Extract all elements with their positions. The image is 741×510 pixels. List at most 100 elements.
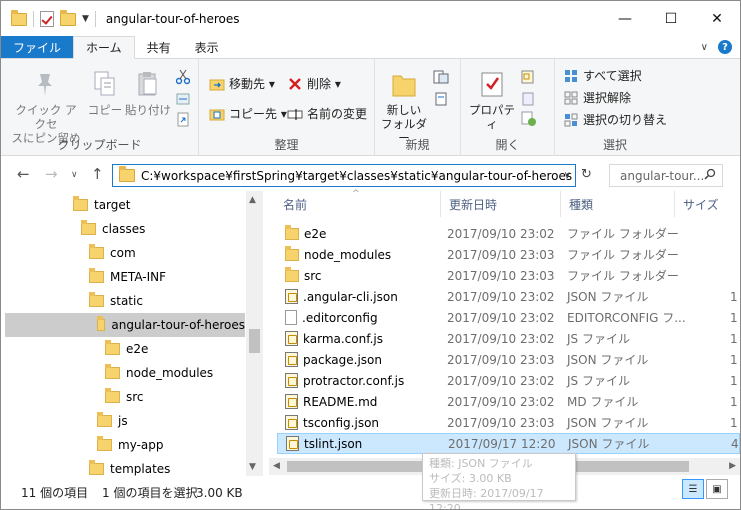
tree-item[interactable]: node_modules	[105, 361, 213, 385]
file-name-text: e2e	[304, 226, 327, 241]
scroll-right-icon[interactable]: ▶	[729, 461, 736, 471]
invert-selection-button[interactable]: 選択の切り替え	[563, 111, 667, 128]
properties-button[interactable]: プロパティ	[467, 69, 517, 131]
file-name: .angular-cli.json	[285, 289, 398, 304]
column-type[interactable]: 種類	[561, 191, 675, 217]
help-icon[interactable]: ?	[718, 40, 732, 54]
delete-button[interactable]: 削除 ▾	[287, 75, 341, 92]
file-type: JSON ファイル	[567, 416, 649, 430]
file-name-text: .angular-cli.json	[303, 289, 398, 304]
scroll-left-icon[interactable]: ◀	[273, 461, 280, 471]
tree-item-label: js	[118, 414, 128, 428]
file-row[interactable]: e2e 2017/09/10 23:02 ファイル フォルダー	[277, 223, 740, 244]
file-size: 1	[730, 415, 738, 430]
open-icon[interactable]	[521, 69, 537, 85]
paste-shortcut-icon[interactable]	[175, 111, 191, 127]
rename-button[interactable]: 名前の変更	[287, 105, 367, 122]
close-button[interactable]: ✕	[694, 1, 740, 37]
tab-share[interactable]: 共有	[135, 36, 183, 58]
file-type: JSON ファイル	[567, 290, 649, 304]
column-date[interactable]: 更新日時	[441, 191, 561, 217]
move-to-button[interactable]: 移動先 ▾	[209, 75, 275, 92]
large-icons-view-icon[interactable]: ▣	[706, 479, 728, 499]
file-name-text: protractor.conf.js	[303, 373, 405, 388]
file-type: JSON ファイル	[568, 437, 650, 451]
divider	[33, 11, 34, 27]
tab-home[interactable]: ホーム	[73, 36, 135, 59]
folder-icon	[105, 388, 120, 403]
copy-to-button[interactable]: コピー先 ▾	[209, 105, 287, 122]
tree-item-selected[interactable]: angular-tour-of-heroes	[5, 313, 245, 337]
address-dropdown-icon[interactable]: ∨	[564, 170, 571, 181]
file-row[interactable]: karma.conf.js 2017/09/10 23:02 JS ファイル 1	[277, 328, 740, 349]
search-input[interactable]: angular-tour...	[609, 164, 723, 187]
file-date: 2017/09/10 23:02	[447, 289, 555, 304]
file-name-text: karma.conf.js	[303, 331, 383, 346]
file-row[interactable]: protractor.conf.js 2017/09/10 23:02 JS ファイ…	[277, 370, 740, 391]
file-row[interactable]: .editorconfig 2017/09/10 23:02 EDITORCONFI…	[277, 307, 740, 328]
file-size: 1	[730, 373, 738, 388]
column-size[interactable]: サイズ	[675, 191, 740, 217]
column-header: 名前 更新日時 種類 サイズ	[269, 191, 740, 217]
tree-item[interactable]: com	[89, 241, 136, 265]
select-all-button[interactable]: すべて選択	[563, 67, 642, 84]
refresh-icon[interactable]: ↻	[581, 167, 592, 182]
paste-button[interactable]: 貼り付け	[123, 69, 173, 117]
maximize-button[interactable]: ☐	[648, 1, 694, 37]
scrollbar-thumb[interactable]	[249, 329, 260, 353]
file-date: 2017/09/10 23:03	[447, 268, 555, 283]
tree-item[interactable]: src	[105, 385, 144, 409]
back-arrow-icon[interactable]: ←	[17, 165, 30, 183]
tree-item-label: static	[110, 294, 143, 308]
column-name[interactable]: 名前	[275, 191, 441, 217]
ribbon-tabs: ファイル ホーム 共有 表示 ∨ ?	[1, 36, 740, 59]
tab-file[interactable]: ファイル	[1, 36, 74, 58]
file-row[interactable]: package.json 2017/09/10 23:03 JSON ファイル 1	[277, 349, 740, 370]
address-bar[interactable]: C:¥workspace¥firstSpring¥target¥classes¥…	[112, 164, 576, 187]
scroll-up-icon[interactable]: ▲	[249, 195, 256, 205]
history-icon[interactable]	[521, 111, 537, 127]
forward-arrow-icon[interactable]: →	[45, 165, 58, 183]
cut-icon[interactable]	[175, 69, 191, 85]
pin-quick-access-button[interactable]: クイック アクセ スにピン留め	[11, 69, 81, 145]
up-arrow-icon[interactable]: ↑	[91, 165, 104, 183]
tree-item-label: com	[110, 246, 136, 260]
tree-item[interactable]: js	[97, 409, 128, 433]
file-row[interactable]: README.md 2017/09/10 23:02 MD ファイル 1	[277, 391, 740, 412]
minimize-button[interactable]: —	[602, 1, 648, 37]
file-row[interactable]: tslint.json 2017/09/17 12:20 JSON ファイル 4	[277, 433, 740, 454]
select-none-button[interactable]: 選択解除	[563, 89, 631, 106]
file-row[interactable]: node_modules 2017/09/10 23:03 ファイル フォルダー	[277, 244, 740, 265]
file-name: tsconfig.json	[285, 415, 379, 430]
easy-access-icon[interactable]	[433, 91, 449, 107]
chevron-down-icon[interactable]: ∨	[701, 42, 708, 53]
clipboard-group-label: クリップボード	[57, 138, 142, 152]
tree-item[interactable]: META-INF	[89, 265, 166, 289]
new-item-icon[interactable]	[433, 69, 449, 85]
edit-icon[interactable]	[521, 91, 537, 107]
file-row[interactable]: .angular-cli.json 2017/09/10 23:02 JSON ファ…	[277, 286, 740, 307]
scroll-down-icon[interactable]: ▼	[249, 462, 256, 472]
new-group-label: 新規	[405, 138, 430, 152]
tree-item[interactable]: classes	[81, 217, 145, 241]
tree-item[interactable]: static	[89, 289, 143, 313]
details-view-icon[interactable]: ☰	[682, 479, 704, 499]
tree-item[interactable]: my-app	[97, 433, 164, 457]
tree-scrollbar[interactable]: ▲ ▼	[246, 191, 263, 476]
tree-item[interactable]: target	[73, 193, 131, 217]
copy-path-icon[interactable]	[175, 91, 191, 107]
file-row[interactable]: src 2017/09/10 23:03 ファイル フォルダー	[277, 265, 740, 286]
file-row[interactable]: tsconfig.json 2017/09/10 23:03 JSON ファイル 1	[277, 412, 740, 433]
tree-item[interactable]: e2e	[105, 337, 148, 361]
folder-icon	[97, 436, 112, 451]
new-folder-button[interactable]: 新しい フォルダー	[377, 69, 431, 145]
tree-item[interactable]: templates	[89, 457, 170, 476]
tab-view[interactable]: 表示	[183, 36, 231, 58]
customize-dropdown-icon[interactable]: ▼	[82, 14, 89, 24]
file-name: package.json	[285, 352, 382, 367]
copy-button[interactable]: コピー	[85, 69, 125, 117]
address-path: C:¥workspace¥firstSpring¥target¥classes¥…	[141, 168, 573, 183]
new-folder-icon[interactable]	[60, 9, 76, 26]
properties-checkbox-icon[interactable]	[40, 11, 54, 27]
recent-dropdown-icon[interactable]: ∨	[71, 170, 78, 180]
